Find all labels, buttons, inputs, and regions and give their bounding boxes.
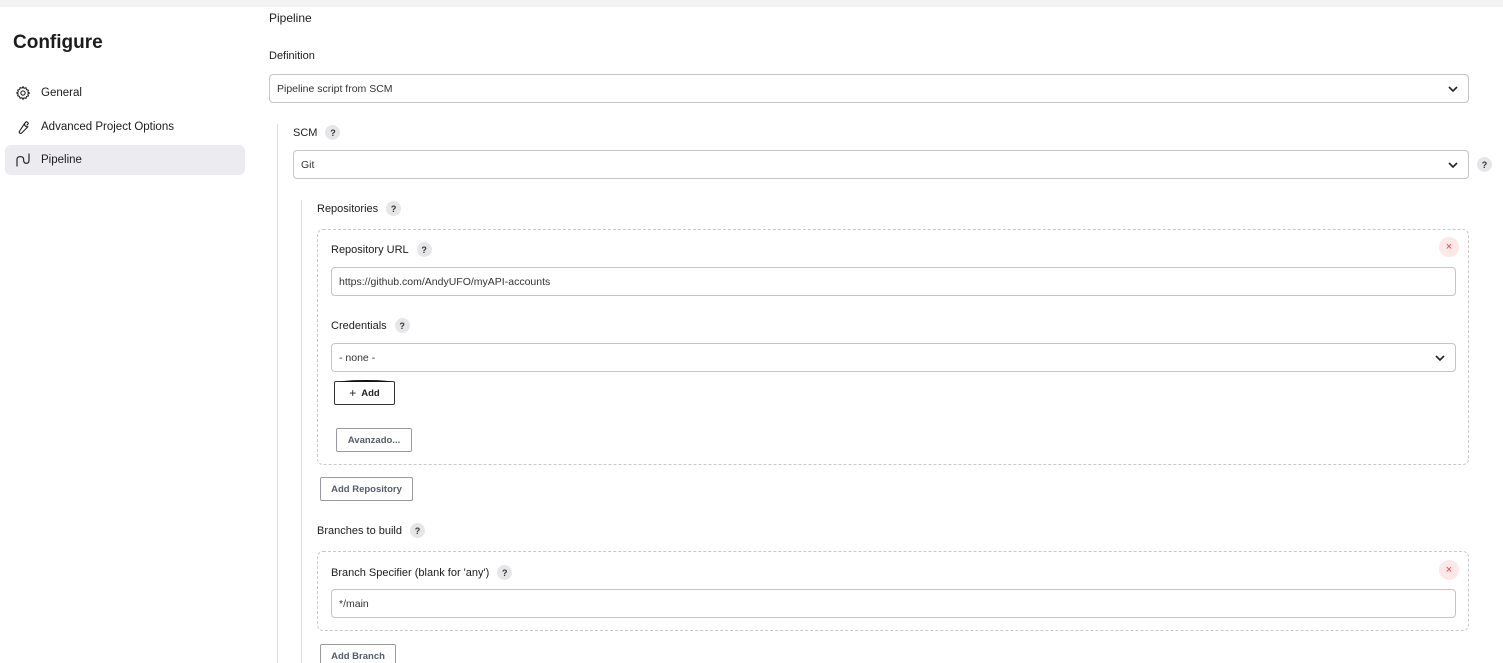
definition-label: Definition	[269, 50, 315, 62]
scm-label-text: SCM	[293, 126, 318, 139]
sidebar-item-pipeline[interactable]: Pipeline	[5, 145, 245, 175]
sidebar-item-advanced-project-options[interactable]: Advanced Project Options	[5, 112, 245, 142]
credentials-value: - none -	[339, 351, 376, 364]
definition-indent-line	[277, 124, 278, 663]
definition-label-text: Definition	[269, 50, 315, 62]
chevron-down-icon	[1435, 355, 1445, 362]
advanced-button[interactable]: Avanzado...	[336, 428, 412, 452]
scm-select-help-icon[interactable]: ?	[1477, 157, 1492, 172]
repositories-help-icon[interactable]: ?	[386, 201, 402, 216]
page-title: Configure	[13, 32, 103, 53]
branches-label: Branches to build ?	[317, 523, 425, 538]
wrench-icon	[14, 118, 32, 136]
repository-url-input[interactable]: https://github.com/AndyUFO/myAPI-account…	[331, 267, 1456, 296]
scm-label: SCM ?	[293, 125, 341, 140]
repository-url-label-text: Repository URL	[331, 243, 409, 256]
pipeline-icon	[14, 151, 32, 169]
sidebar: Configure General Advanced Project Optio…	[0, 0, 255, 663]
sidebar-item-label: Pipeline	[41, 154, 82, 166]
definition-select[interactable]: Pipeline script from SCM	[269, 74, 1469, 103]
branch-specifier-label-text: Branch Specifier (blank for 'any')	[331, 566, 490, 579]
branch-specifier-label: Branch Specifier (blank for 'any') ?	[331, 565, 513, 580]
remove-branch-button[interactable]: ×	[1439, 560, 1459, 580]
section-title: Pipeline	[269, 11, 312, 25]
repository-url-value: https://github.com/AndyUFO/myAPI-account…	[339, 275, 551, 288]
sidebar-item-label: General	[41, 87, 82, 99]
scm-indent-line	[301, 200, 302, 663]
add-branch-button[interactable]: Add Branch	[320, 644, 396, 663]
branches-label-text: Branches to build	[317, 524, 402, 537]
credentials-label-text: Credentials	[331, 319, 387, 332]
add-credentials-button[interactable]: + Add	[334, 380, 395, 405]
gear-icon	[14, 84, 32, 102]
scm-select[interactable]: Git	[293, 150, 1469, 179]
branch-specifier-input[interactable]: */main	[331, 589, 1456, 618]
branch-specifier-help-icon[interactable]: ?	[497, 565, 513, 580]
remove-repository-button[interactable]: ×	[1439, 237, 1459, 257]
repositories-label-text: Repositories	[317, 202, 379, 215]
button-highlight	[341, 380, 391, 384]
scm-value: Git	[301, 158, 315, 171]
credentials-label: Credentials ?	[331, 318, 410, 333]
add-credentials-label: Add	[361, 387, 380, 399]
add-repository-button[interactable]: Add Repository	[320, 477, 413, 501]
sidebar-item-general[interactable]: General	[5, 78, 245, 108]
definition-value: Pipeline script from SCM	[277, 82, 393, 95]
repository-url-label: Repository URL ?	[331, 242, 432, 257]
sidebar-item-label: Advanced Project Options	[41, 121, 174, 133]
credentials-select[interactable]: - none -	[331, 343, 1456, 372]
chevron-down-icon	[1448, 162, 1458, 169]
branch-specifier-value: */main	[339, 597, 369, 610]
credentials-help-icon[interactable]: ?	[394, 318, 410, 333]
repositories-label: Repositories ?	[317, 201, 402, 216]
repository-url-help-icon[interactable]: ?	[416, 242, 432, 257]
chevron-down-icon	[1448, 86, 1458, 93]
plus-icon: +	[349, 386, 357, 400]
scm-help-icon[interactable]: ?	[325, 125, 341, 140]
branches-help-icon[interactable]: ?	[410, 523, 425, 538]
